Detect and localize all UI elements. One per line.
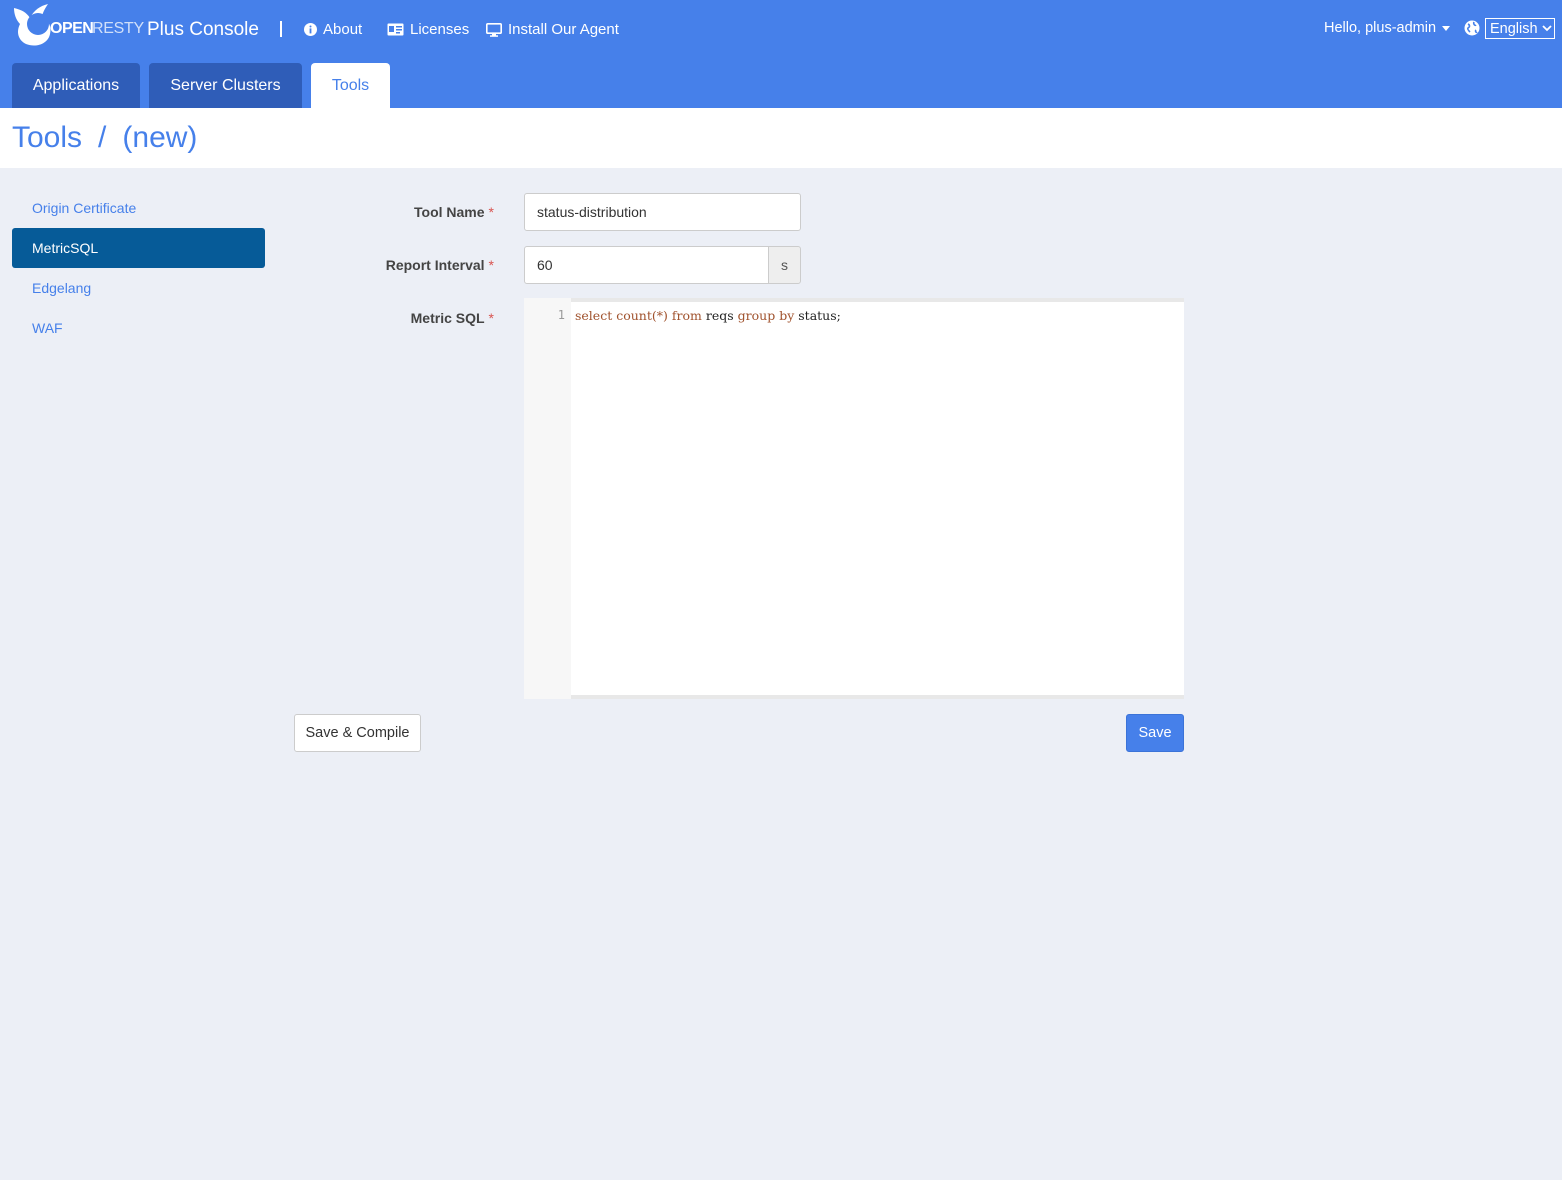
metric-sql-label-text: Metric SQL (410, 310, 485, 326)
user-greeting: Hello, plus-admin (1324, 20, 1437, 36)
sql-keyword-token: by (779, 308, 795, 323)
save-compile-button[interactable]: Save & Compile (294, 714, 421, 752)
monitor-icon (486, 22, 502, 37)
sidebar-item-metricsql[interactable]: MetricSQL (12, 228, 265, 268)
nav-licenses-link[interactable]: Licenses (387, 21, 469, 38)
user-menu-dropdown[interactable]: Hello, plus-admin (1324, 20, 1451, 36)
sidebar-item-waf[interactable]: WAF (12, 308, 265, 348)
report-interval-unit: s (768, 246, 801, 284)
sql-token: reqs (705, 308, 734, 323)
sql-keyword-token: group (737, 308, 776, 323)
app-title: Plus Console (147, 19, 259, 40)
required-marker: * (488, 257, 494, 273)
save-button[interactable]: Save (1126, 714, 1184, 752)
report-interval-label-text: Report Interval (385, 257, 485, 273)
report-interval-label: Report Interval * (386, 257, 494, 273)
sql-keyword-token: from (671, 308, 702, 323)
tool-name-label-text: Tool Name (414, 204, 485, 220)
editor-gutter: 1 (524, 298, 571, 699)
tab-server-clusters[interactable]: Server Clusters (149, 63, 302, 108)
breadcrumb-tools-link[interactable]: Tools (12, 121, 82, 155)
tab-applications[interactable]: Applications (12, 63, 140, 108)
report-interval-input[interactable]: 60 (524, 246, 769, 284)
tool-name-label: Tool Name * (414, 204, 494, 220)
breadcrumb: Tools / (new) (12, 121, 197, 155)
breadcrumb-separator: / (98, 121, 107, 154)
sql-token: ; (836, 308, 841, 323)
report-interval-label-row: Report Interval * (300, 257, 494, 277)
logo-text-resty: RESTY (92, 20, 144, 37)
caret-down-icon (1442, 25, 1451, 31)
required-marker: * (488, 204, 494, 220)
globe-icon (1464, 20, 1480, 36)
logo-text-open: OPEN (50, 20, 94, 37)
breadcrumb-current: (new) (122, 121, 198, 154)
sql-keyword-token: count (616, 308, 652, 323)
chevron-down-icon (1541, 25, 1552, 32)
language-value: English (1490, 20, 1538, 37)
line-number: 1 (557, 308, 565, 322)
required-marker: * (488, 310, 494, 326)
metric-sql-label-row: Metric SQL * (300, 310, 494, 330)
top-navbar: OPEN RESTY Plus Console About Licenses I… (0, 0, 1562, 108)
header-divider (280, 21, 282, 37)
code-line[interactable]: select count(*) from reqs group by statu… (575, 308, 841, 323)
sidebar-item-edgelang[interactable]: Edgelang (12, 268, 265, 308)
nav-licenses-label: Licenses (410, 21, 470, 38)
nav-about-label: About (323, 21, 363, 38)
sql-token: status (798, 308, 837, 323)
metric-sql-label: Metric SQL * (411, 310, 494, 326)
sidebar-item-origin-certificate[interactable]: Origin Certificate (12, 188, 265, 228)
metric-sql-editor[interactable]: 1 select count(*) from reqs group by sta… (524, 298, 1184, 699)
nav-install-agent-link[interactable]: Install Our Agent (486, 21, 619, 38)
sql-keyword-token: select (575, 308, 613, 323)
tab-tools[interactable]: Tools (311, 63, 390, 108)
tool-name-input[interactable]: status-distribution (524, 193, 801, 231)
nav-install-agent-label: Install Our Agent (508, 21, 619, 38)
id-card-icon (387, 23, 404, 36)
bird-logo-icon (14, 4, 51, 46)
tool-name-label-row: Tool Name * (300, 204, 494, 224)
nav-about-link[interactable]: About (304, 21, 362, 38)
openresty-logo[interactable]: OPEN RESTY Plus Console (12, 0, 259, 50)
page-header: Tools / (new) (0, 108, 1562, 168)
info-icon (304, 23, 317, 36)
language-select[interactable]: English (1485, 18, 1555, 39)
